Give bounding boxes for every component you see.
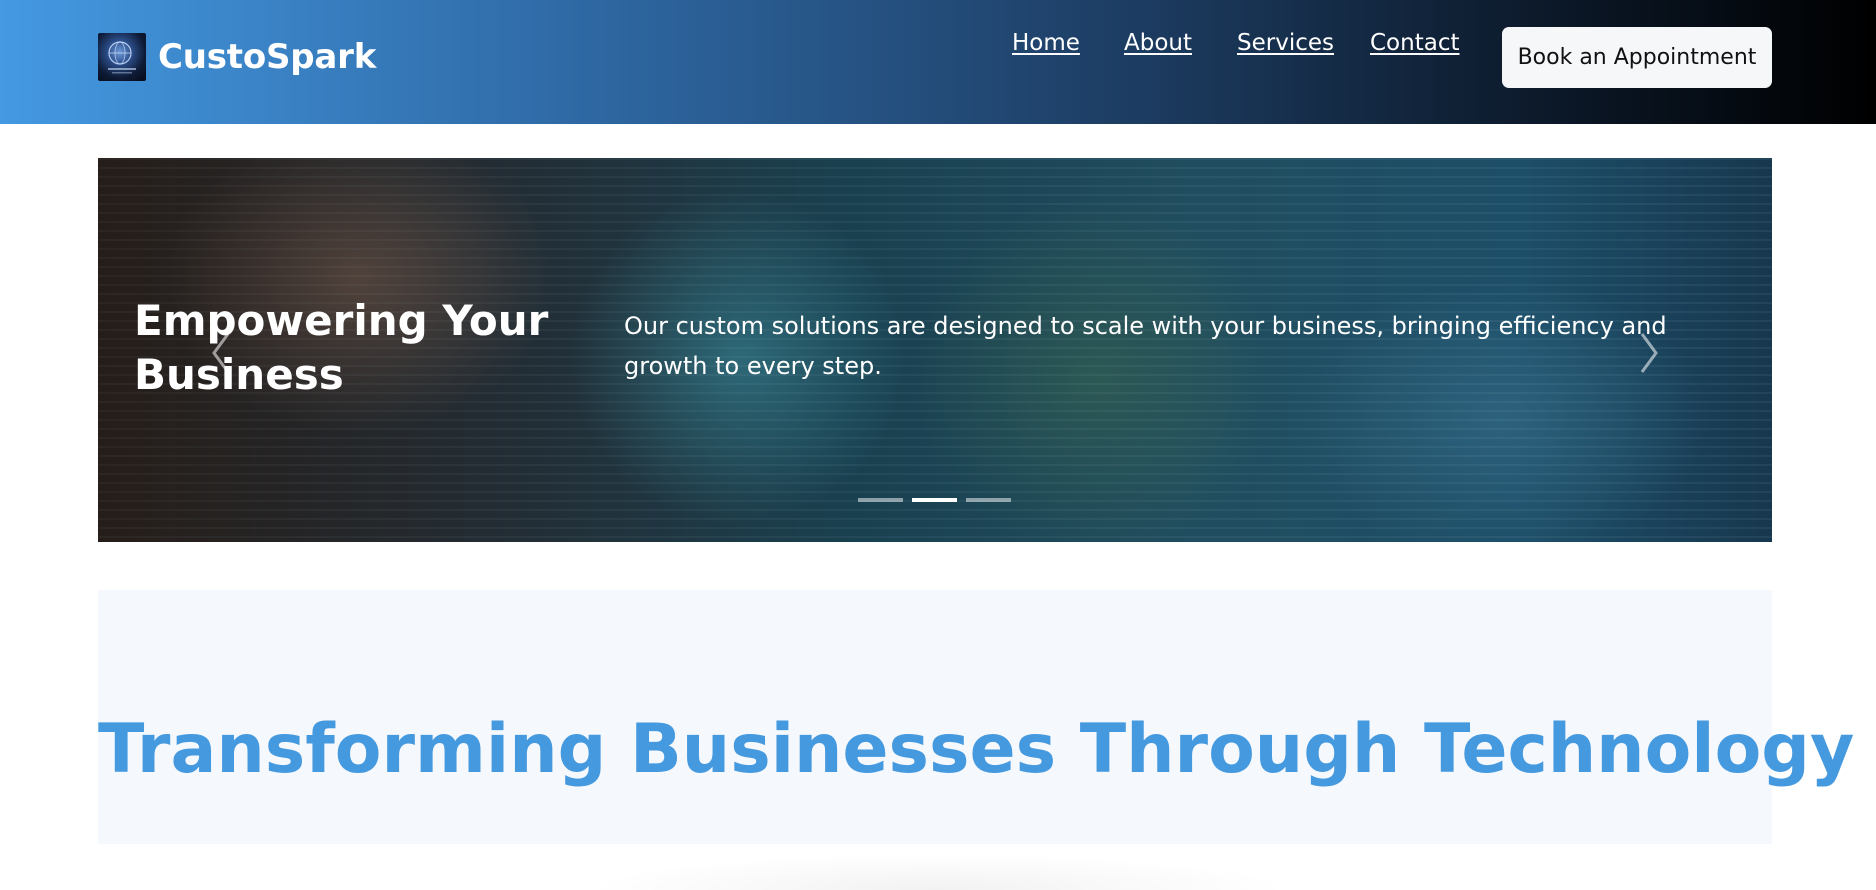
chevron-right-icon[interactable] <box>1632 328 1662 378</box>
carousel-indicator-1[interactable] <box>858 498 903 502</box>
book-appointment-button[interactable]: Book an Appointment <box>1502 27 1772 88</box>
hero-description: Our custom solutions are designed to sca… <box>624 312 1667 380</box>
nav-link-contact[interactable]: Contact <box>1370 30 1459 56</box>
brand-name: CustoSpark <box>158 37 377 77</box>
brand-link[interactable]: CustoSpark <box>98 33 376 81</box>
nav-link-about[interactable]: About <box>1124 30 1192 56</box>
hero-title: Empowering Your Business <box>134 296 549 399</box>
intro-title: Transforming Businesses Through Technolo… <box>98 710 1855 789</box>
site-header: CustoSpark Home About Services Contact B… <box>0 0 1876 124</box>
intro-section: Transforming Businesses Through Technolo… <box>98 590 1855 890</box>
globe-logo-icon <box>98 33 146 81</box>
hero-carousel: Empowering Your Business Our custom solu… <box>98 158 1772 542</box>
nav-link-services[interactable]: Services <box>1237 30 1334 56</box>
carousel-indicator-2[interactable] <box>912 498 957 502</box>
nav-link-home[interactable]: Home <box>1012 30 1080 56</box>
chevron-left-icon[interactable] <box>208 328 238 378</box>
carousel-indicator-3[interactable] <box>966 498 1011 502</box>
